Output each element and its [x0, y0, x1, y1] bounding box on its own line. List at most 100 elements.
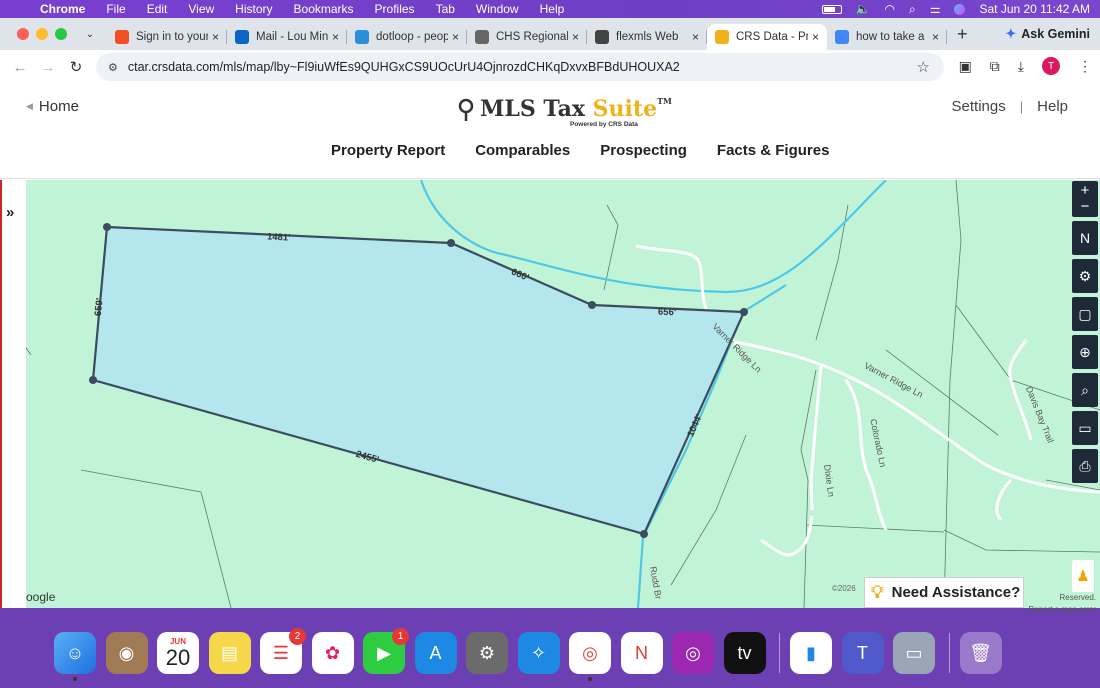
parcel-vertex[interactable]	[447, 239, 455, 247]
close-tab-icon[interactable]: ×	[812, 30, 819, 44]
menu-window[interactable]: Window	[476, 2, 519, 16]
address-bar[interactable]: ⚙ ctar.crsdata.com/mls/map/lby~Fl9iuWfEs…	[96, 53, 944, 81]
zoom-in-icon[interactable]: +	[1081, 183, 1090, 199]
battery-icon[interactable]	[821, 4, 842, 14]
menu-profiles[interactable]: Profiles	[375, 2, 415, 16]
preview-icon[interactable]: ▭	[893, 632, 935, 674]
nav-property-report[interactable]: Property Report	[331, 142, 445, 159]
lightbulb-icon: 💡︎	[871, 582, 884, 602]
menu-view[interactable]: View	[188, 2, 214, 16]
browser-tab[interactable]: how to take a s ×	[827, 24, 947, 50]
close-tab-icon[interactable]: ×	[932, 30, 939, 44]
map-search-icon[interactable]: ⌕	[1072, 373, 1098, 407]
spotlight-icon[interactable]: ⌕	[909, 2, 916, 17]
browser-tab[interactable]: CHS Regional M ×	[467, 24, 587, 50]
menu-bookmarks[interactable]: Bookmarks	[294, 2, 354, 16]
locate-icon[interactable]: ⊕	[1072, 335, 1098, 369]
facetime-icon[interactable]: ▶ 1	[363, 628, 409, 674]
podcasts-icon[interactable]: ◎	[672, 632, 714, 674]
calendar-icon[interactable]: JUN 20	[157, 632, 199, 674]
parcel-map[interactable]: 1481' 660' 656' 659' 1044' 2455' Varner …	[26, 180, 1100, 608]
nav-facts-figures[interactable]: Facts & Figures	[717, 142, 830, 159]
download-icon[interactable]: ⤓	[1018, 58, 1024, 75]
settings-link[interactable]: Settings	[952, 98, 1006, 115]
finder-icon[interactable]: ☺	[54, 632, 96, 681]
system-settings-icon[interactable]: ⚙	[466, 632, 508, 674]
main-navigation: Property Report Comparables Prospecting …	[331, 142, 829, 159]
profile-avatar[interactable]: T	[1042, 57, 1060, 75]
site-info-icon[interactable]: ⚙	[108, 61, 118, 74]
close-tab-icon[interactable]: ×	[452, 30, 459, 44]
parcel-polygon[interactable]	[91, 225, 746, 536]
tab-search-chevron-icon[interactable]: ⌄	[81, 29, 99, 40]
app-store-icon[interactable]: A	[414, 632, 457, 674]
menu-chrome[interactable]: Chrome	[40, 2, 85, 16]
siri-icon[interactable]	[954, 3, 966, 15]
menu-file[interactable]: File	[106, 2, 125, 16]
menu-help[interactable]: Help	[540, 2, 565, 16]
parcel-vertex[interactable]	[103, 223, 111, 231]
nav-comparables[interactable]: Comparables	[475, 142, 570, 159]
close-tab-icon[interactable]: ×	[572, 30, 579, 44]
minimize-window-button[interactable]	[36, 28, 48, 40]
notes-icon[interactable]: ▤	[208, 632, 251, 674]
select-area-icon[interactable]: ▢	[1072, 297, 1098, 331]
photos-icon[interactable]: ✿	[311, 632, 354, 674]
help-link[interactable]: Help	[1037, 98, 1068, 115]
close-window-button[interactable]	[17, 28, 29, 40]
menu-tab[interactable]: Tab	[436, 2, 455, 16]
expand-sidebar-icon[interactable]: »	[6, 204, 14, 221]
fullscreen-window-button[interactable]	[55, 28, 67, 40]
parcel-vertex[interactable]	[588, 301, 596, 309]
teams-icon[interactable]: T	[841, 632, 884, 674]
close-tab-icon[interactable]: ×	[332, 30, 339, 44]
google-lens-icon[interactable]: ▣	[959, 58, 972, 75]
map-settings-icon[interactable]: ⚙	[1072, 259, 1098, 293]
browser-tab[interactable]: dotloop - peopl ×	[347, 24, 467, 50]
close-tab-icon[interactable]: ×	[212, 30, 219, 44]
wifi-icon[interactable]: ◠	[884, 2, 894, 16]
contacts-icon[interactable]: ◉	[105, 632, 148, 674]
browser-tab[interactable]: CRS Data - Pro ×	[707, 24, 827, 50]
report-map-error-link[interactable]: Report a map error	[1028, 604, 1096, 616]
back-arrow-icon[interactable]: ←	[6, 59, 34, 76]
browser-tab[interactable]: Sign in to your ×	[107, 24, 227, 50]
apple-tv-icon[interactable]: tv	[723, 632, 766, 674]
reminders-icon[interactable]: ☰ 2	[260, 628, 306, 674]
reload-icon[interactable]: ↻	[62, 58, 90, 76]
need-assistance-button[interactable]: 💡︎ Need Assistance?	[864, 577, 1024, 608]
home-link[interactable]: ◀ Home	[26, 98, 79, 115]
zoom-out-icon[interactable]: −	[1081, 199, 1090, 215]
street-view-pegman-icon[interactable]: ♟	[1072, 560, 1094, 592]
menubar-clock[interactable]: Sat Jun 20 11:42 AM	[979, 2, 1090, 16]
compass-icon[interactable]: N	[1072, 221, 1098, 255]
menu-edit[interactable]: Edit	[147, 2, 168, 16]
safari-icon[interactable]: ✧	[517, 632, 560, 674]
chrome-menu-icon[interactable]: ⋮	[1078, 58, 1092, 75]
close-tab-icon[interactable]: ×	[692, 30, 699, 44]
parcel-vertex[interactable]	[640, 530, 648, 538]
browser-tab[interactable]: flexmls Web ×	[587, 24, 707, 50]
forward-arrow-icon[interactable]: →	[34, 59, 62, 76]
volume-icon[interactable]: 🔈	[856, 2, 871, 16]
address-url[interactable]: ctar.crsdata.com/mls/map/lby~Fl9iuWfEs9Q…	[128, 60, 917, 74]
mls-tax-suite-logo[interactable]: MLS Tax SuiteTM Powered by CRS Data	[458, 94, 672, 128]
print-icon[interactable]: ⎙	[1072, 449, 1098, 483]
ask-gemini-button[interactable]: ✦ Ask Gemini	[1005, 24, 1090, 44]
numbers-icon[interactable]: ▮	[790, 632, 832, 674]
nav-prospecting[interactable]: Prospecting	[600, 142, 687, 159]
extensions-puzzle-icon[interactable]: ⧉	[990, 58, 1000, 75]
parcel-vertex[interactable]	[740, 308, 748, 316]
new-tab-button[interactable]: +	[957, 24, 968, 45]
parcel-vertex[interactable]	[89, 376, 97, 384]
map-canvas[interactable]: 1481' 660' 656' 659' 1044' 2455' Varner …	[26, 180, 1100, 608]
trash-icon[interactable]: 🗑︎	[959, 632, 1002, 674]
chrome-icon[interactable]: ◎	[569, 632, 611, 681]
bookmark-star-icon[interactable]: ☆	[917, 58, 930, 76]
menu-history[interactable]: History	[235, 2, 272, 16]
news-icon[interactable]: N	[620, 632, 663, 674]
tab-strip: ⌄ Sign in to your × Mail - Lou Minu × dotloo…	[0, 18, 1100, 50]
control-center-icon[interactable]: ⚌	[930, 2, 941, 16]
browser-tab[interactable]: Mail - Lou Minu ×	[227, 24, 347, 50]
measure-ruler-icon[interactable]: ▭	[1072, 411, 1098, 445]
